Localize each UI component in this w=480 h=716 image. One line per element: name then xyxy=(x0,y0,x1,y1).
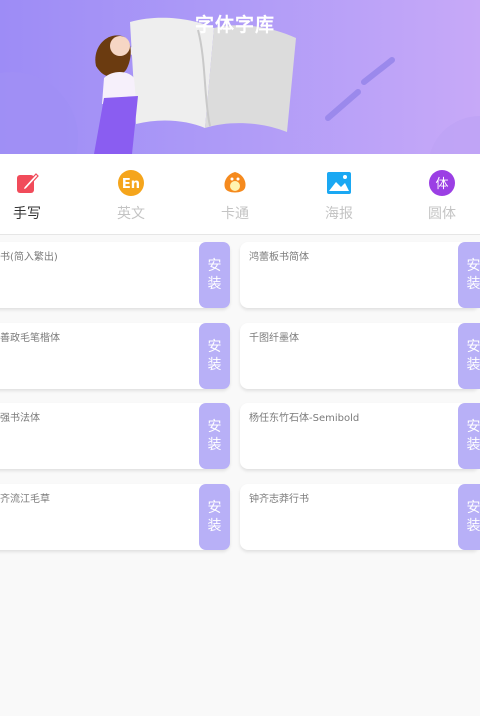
install-button[interactable]: 安装 xyxy=(458,484,480,550)
tab-handwriting[interactable]: 手写 xyxy=(0,170,67,230)
font-card[interactable]: 书(简入繁出) 安装 xyxy=(0,242,230,308)
font-name: 千图纤墨体 xyxy=(249,333,299,344)
header-banner: 字体字库 xyxy=(0,0,480,154)
font-name: 杨任东竹石体-Semibold xyxy=(249,413,360,424)
install-button[interactable]: 安装 xyxy=(199,403,230,469)
round-font-icon: 体 xyxy=(429,170,455,196)
tab-label: 英文 xyxy=(117,206,145,222)
install-button[interactable]: 安装 xyxy=(199,484,230,550)
page-title: 字体字库 xyxy=(194,14,275,36)
tab-label: 手写 xyxy=(13,206,41,222)
install-button[interactable]: 安装 xyxy=(199,323,230,389)
cartoon-icon xyxy=(224,172,246,193)
font-name: 书(简入繁出) xyxy=(0,252,58,263)
tab-label: 卡通 xyxy=(221,206,249,222)
install-button[interactable]: 安装 xyxy=(458,323,480,389)
font-card[interactable]: 强书法体 安装 xyxy=(0,403,230,469)
install-button[interactable]: 安装 xyxy=(458,242,480,308)
tab-label: 海报 xyxy=(325,206,353,222)
font-card[interactable]: 千图纤墨体 安装 xyxy=(240,323,480,389)
font-name: 善政毛笔楷体 xyxy=(0,333,60,344)
font-card[interactable]: 齐流江毛草 安装 xyxy=(0,484,230,550)
font-name: 钟齐志莽行书 xyxy=(249,494,309,505)
tab-label: 圆体 xyxy=(428,206,456,222)
round-icon-text: 体 xyxy=(435,177,448,192)
tab-round-font[interactable]: 体 圆体 xyxy=(402,170,480,230)
font-card[interactable]: 鸿蕾板书简体 安装 xyxy=(240,242,480,308)
poster-image-icon xyxy=(327,172,351,194)
font-name: 强书法体 xyxy=(0,413,40,424)
tab-poster[interactable]: 海报 xyxy=(299,170,379,230)
install-button[interactable]: 安装 xyxy=(458,403,480,469)
tab-english[interactable]: En 英文 xyxy=(91,170,171,230)
handwriting-pen-icon xyxy=(17,173,39,193)
install-button[interactable]: 安装 xyxy=(199,242,230,308)
font-card[interactable]: 杨任东竹石体-Semibold 安装 xyxy=(240,403,480,469)
en-icon-text: En xyxy=(122,177,140,192)
english-en-icon: En xyxy=(118,170,144,196)
category-tabs: 手写 En 英文 卡通 海报 体 圆体 xyxy=(0,154,480,235)
font-card[interactable]: 钟齐志莽行书 安装 xyxy=(240,484,480,550)
tab-cartoon[interactable]: 卡通 xyxy=(195,170,275,230)
font-name: 鸿蕾板书简体 xyxy=(249,252,309,263)
font-card[interactable]: 善政毛笔楷体 安装 xyxy=(0,323,230,389)
font-name: 齐流江毛草 xyxy=(0,494,50,505)
